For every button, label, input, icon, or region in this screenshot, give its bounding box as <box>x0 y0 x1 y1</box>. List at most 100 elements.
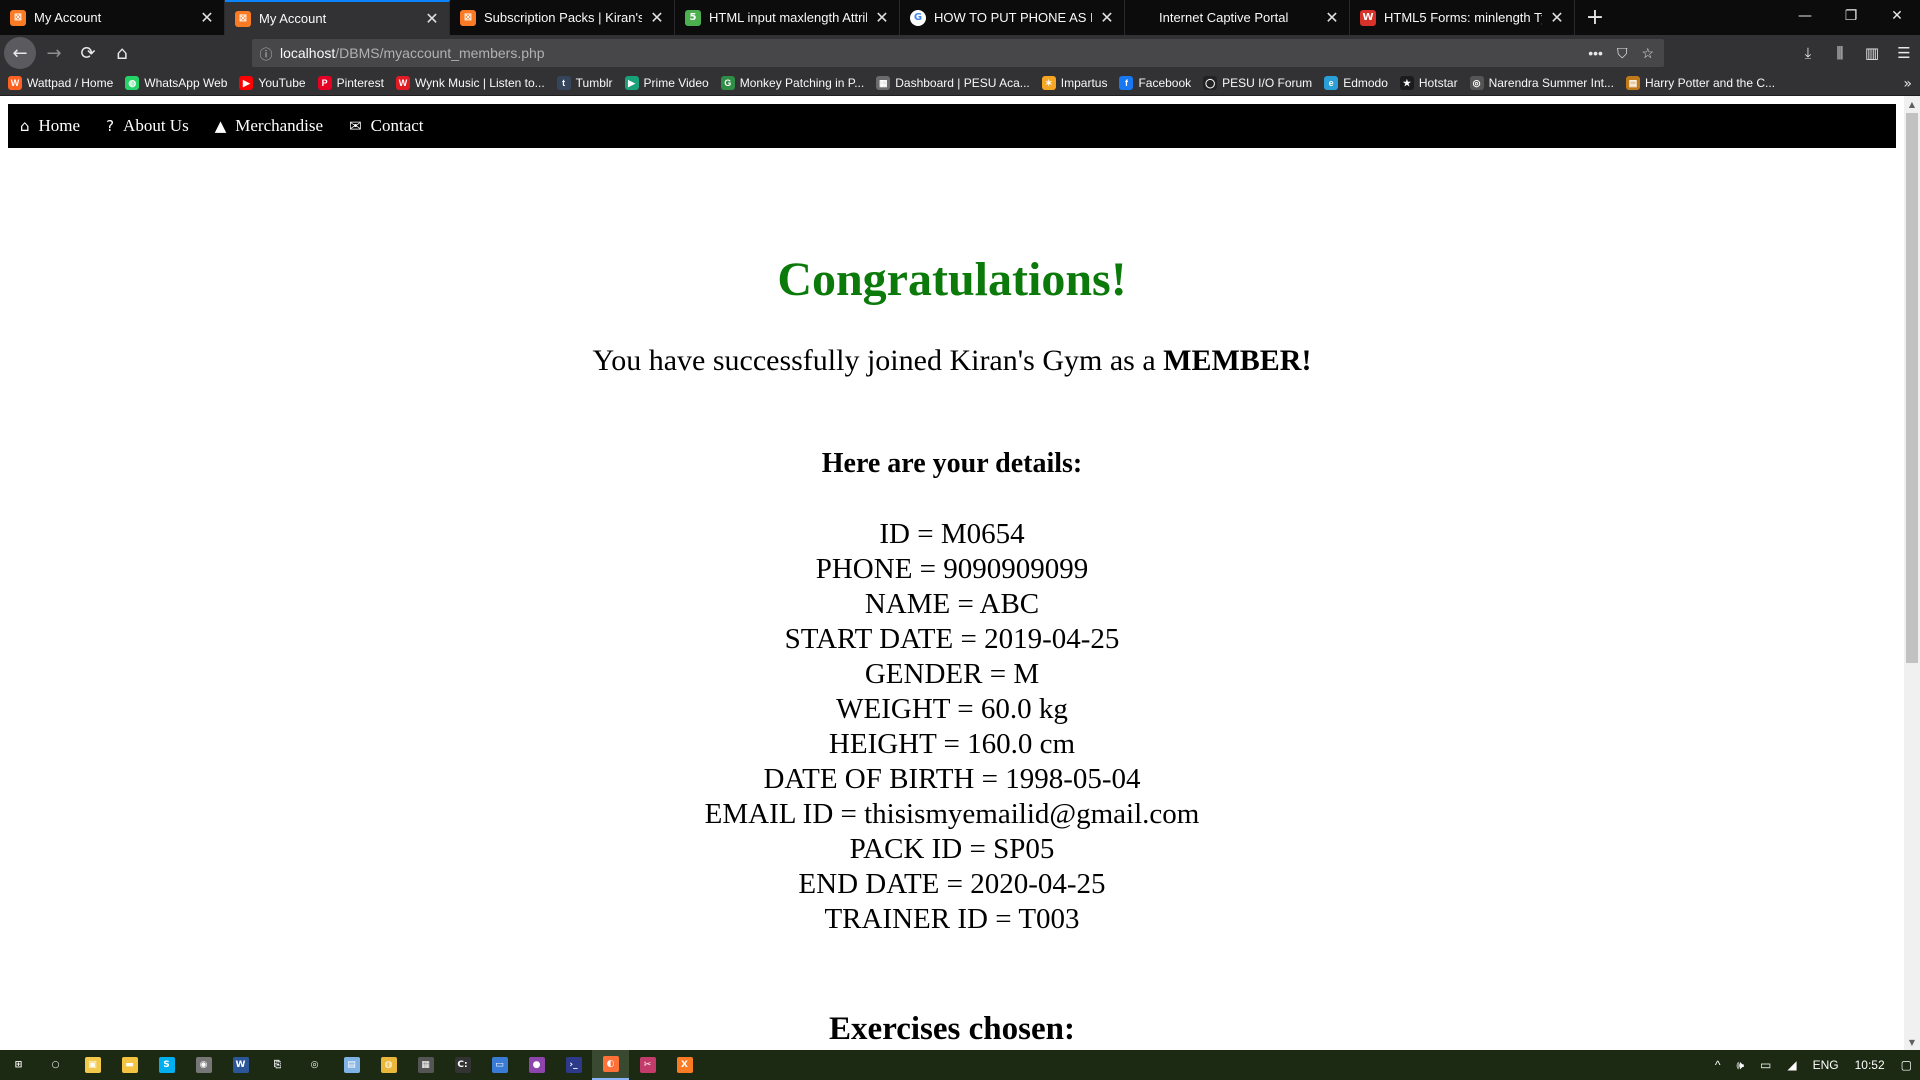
bookmark-item[interactable]: ▶ Prime Video <box>624 76 709 90</box>
nav-link-contact[interactable]: ✉ Contact <box>349 116 423 136</box>
tab[interactable]: G HOW TO PUT PHONE AS INPUT ✕ <box>900 0 1125 35</box>
close-tab-icon[interactable]: ✕ <box>198 8 216 27</box>
tab[interactable]: 5 HTML input maxlength Attribute ✕ <box>675 0 900 35</box>
detail-row: PHONE = 9090909099 <box>0 552 1904 587</box>
taskbar-app[interactable]: ⎘ <box>259 1050 296 1080</box>
bookmark-item[interactable]: f Facebook <box>1119 76 1191 90</box>
taskbar-app[interactable]: ›_ <box>555 1050 592 1080</box>
xampp-icon: ⊠ <box>235 10 251 27</box>
taskbar-app[interactable]: C: <box>444 1050 481 1080</box>
reload-button[interactable]: ⟳ <box>72 37 104 69</box>
app-icon: ◉ <box>195 1057 212 1073</box>
taskbar-app[interactable]: ⊞ <box>0 1050 37 1080</box>
tab[interactable]: ⊠ My Account ✕ <box>0 0 225 35</box>
tab[interactable]: ⊠ My Account ✕ <box>225 0 450 35</box>
close-tab-icon[interactable]: ✕ <box>873 8 891 27</box>
detail-row: START DATE = 2019-04-25 <box>0 622 1904 657</box>
bookmark-item[interactable]: P Pinterest <box>317 76 384 90</box>
close-tab-icon[interactable]: ✕ <box>648 8 666 27</box>
url-path: /DBMS/myaccount_members.php <box>335 45 545 61</box>
bookmark-favicon-icon: ◎ <box>1469 76 1484 90</box>
nav-link-merchandise[interactable]: ▲ Merchandise <box>215 116 323 136</box>
new-tab-button[interactable]: + <box>1575 0 1615 35</box>
bookmark-label: Hotstar <box>1418 76 1458 90</box>
clock[interactable]: 10:52 <box>1847 1058 1893 1072</box>
tab[interactable]: W HTML5 Forms: minlength Type ✕ <box>1350 0 1575 35</box>
taskbar-app[interactable]: ◐ <box>592 1050 629 1080</box>
taskbar-app[interactable]: ▤ <box>333 1050 370 1080</box>
taskbar-app[interactable]: ○ <box>37 1050 74 1080</box>
volume-icon[interactable]: 🕪 <box>1728 1058 1752 1073</box>
restore-button[interactable]: ❐ <box>1828 0 1874 32</box>
detail-value: 2019-04-25 <box>984 623 1120 655</box>
taskbar-app[interactable]: ◉ <box>185 1050 222 1080</box>
taskbar-app[interactable]: ✂ <box>629 1050 666 1080</box>
notifications-icon[interactable]: ▢ <box>1893 1058 1920 1072</box>
detail-label: DATE OF BIRTH <box>763 763 975 795</box>
tray-chevron-icon[interactable]: ^ <box>1707 1058 1729 1072</box>
library-icon[interactable]: ⫼ <box>1824 37 1856 69</box>
bookmark-item[interactable]: ▦ Dashboard | PESU Aca... <box>876 76 1030 90</box>
bookmark-item[interactable]: ◎ Narendra Summer Int... <box>1469 76 1614 90</box>
wifi-icon[interactable]: ◢ <box>1779 1058 1804 1072</box>
site-info-icon[interactable]: ⓘ <box>252 44 280 63</box>
taskbar-app[interactable]: ▭ <box>481 1050 518 1080</box>
bookmark-item[interactable]: e Edmodo <box>1324 76 1388 90</box>
taskbar-app[interactable]: X <box>666 1050 703 1080</box>
close-tab-icon[interactable]: ✕ <box>423 9 441 28</box>
taskbar-app[interactable]: ▬ <box>111 1050 148 1080</box>
minimize-button[interactable]: — <box>1782 0 1828 32</box>
bookmarks-overflow-icon[interactable]: » <box>1903 71 1912 96</box>
windows-taskbar: ⊞ ○ ▣ ▬ S ◉ W ⎘ ◎ ▤ ◍ ▦ C: ▭ ● ›_ ◐ ✂ X ^ 🕪 ▭ ◢ ENG 10:52 … <box>0 1050 1920 1080</box>
w3schools-icon: 5 <box>685 9 701 26</box>
success-message: You have successfully joined Kiran's Gym… <box>0 344 1904 378</box>
scroll-down-icon[interactable]: ▼ <box>1904 1034 1920 1050</box>
bookmark-item[interactable]: ▶ YouTube <box>239 76 306 90</box>
chrome-icon: ◍ <box>380 1057 397 1073</box>
bookmark-item[interactable]: ◯ PESU I/O Forum <box>1203 76 1312 90</box>
bookmark-item[interactable]: ✶ Impartus <box>1041 76 1107 90</box>
detail-separator: = <box>987 903 1019 935</box>
taskbar-app[interactable]: ▣ <box>74 1050 111 1080</box>
page-actions-icon[interactable]: ••• <box>1588 45 1603 61</box>
forward-button[interactable]: → <box>38 37 70 69</box>
bookmark-label: Monkey Patching in P... <box>739 76 865 90</box>
close-window-button[interactable]: ✕ <box>1874 0 1920 32</box>
language-indicator[interactable]: ENG <box>1805 1058 1847 1072</box>
bookmark-item[interactable]: ◍ WhatsApp Web <box>125 76 227 90</box>
battery-icon[interactable]: ▭ <box>1752 1058 1779 1072</box>
downloads-icon[interactable]: ⤓ <box>1792 37 1824 69</box>
url-bar[interactable]: ⓘ localhost/DBMS/myaccount_members.php •… <box>252 39 1664 67</box>
back-button[interactable]: ← <box>4 37 36 69</box>
taskbar-app[interactable]: ▦ <box>407 1050 444 1080</box>
taskbar-app[interactable]: ● <box>518 1050 555 1080</box>
tab[interactable]: Internet Captive Portal ✕ <box>1125 0 1350 35</box>
sidebar-icon[interactable]: ▥ <box>1856 37 1888 69</box>
bookmark-item[interactable]: G Monkey Patching in P... <box>720 76 865 90</box>
bookmark-item[interactable]: ▤ Harry Potter and the C... <box>1625 76 1775 90</box>
close-tab-icon[interactable]: ✕ <box>1323 8 1341 27</box>
nav-link-home[interactable]: ⌂ Home <box>20 116 80 136</box>
menu-icon[interactable]: ☰ <box>1888 37 1920 69</box>
vertical-scrollbar[interactable]: ▲ ▼ <box>1904 96 1920 1050</box>
detail-separator: = <box>936 728 968 760</box>
taskbar-app[interactable]: ◍ <box>370 1050 407 1080</box>
pocket-icon[interactable]: ⛉ <box>1617 45 1628 62</box>
taskbar-app[interactable]: ◎ <box>296 1050 333 1080</box>
close-tab-icon[interactable]: ✕ <box>1098 8 1116 27</box>
tab[interactable]: ⊠ Subscription Packs | Kiran's Gym ✕ <box>450 0 675 35</box>
taskbar-app[interactable]: S <box>148 1050 185 1080</box>
bookmark-item[interactable]: W Wattpad / Home <box>8 76 113 90</box>
scrollbar-thumb[interactable] <box>1906 113 1918 663</box>
member-role: MEMBER! <box>1163 344 1312 377</box>
taskbar-app[interactable]: W <box>222 1050 259 1080</box>
home-button[interactable]: ⌂ <box>106 37 138 69</box>
scroll-up-icon[interactable]: ▲ <box>1904 96 1920 112</box>
wikipedia-icon: W <box>1360 9 1376 26</box>
bookmark-item[interactable]: W Wynk Music | Listen to... <box>395 76 545 90</box>
bookmark-item[interactable]: ★ Hotstar <box>1399 76 1458 90</box>
close-tab-icon[interactable]: ✕ <box>1548 8 1566 27</box>
nav-link-about-us[interactable]: ? About Us <box>106 116 189 136</box>
bookmark-star-icon[interactable]: ☆ <box>1641 45 1654 62</box>
bookmark-item[interactable]: t Tumblr <box>556 76 613 90</box>
